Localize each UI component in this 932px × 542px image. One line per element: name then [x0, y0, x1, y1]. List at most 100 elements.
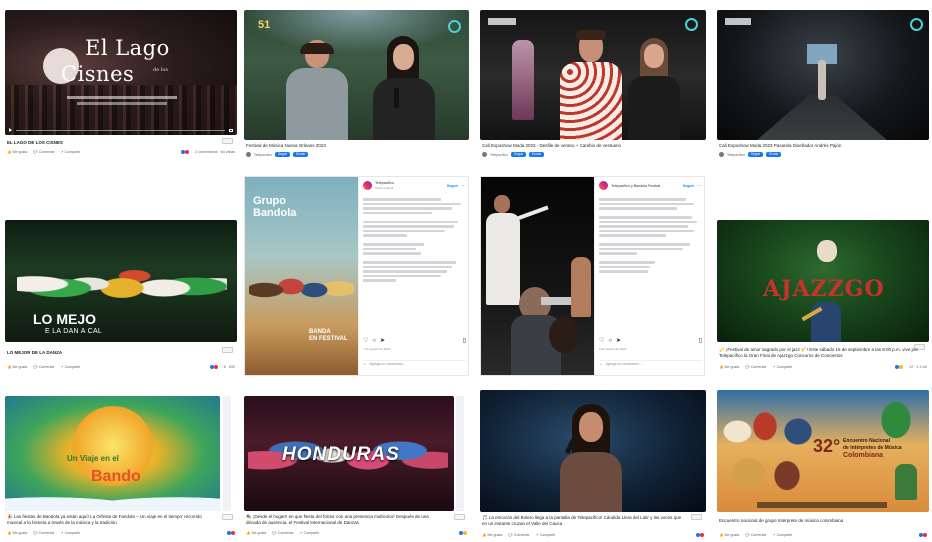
conductor-photo[interactable]	[481, 177, 594, 375]
play-icon[interactable]	[9, 128, 12, 132]
like-label: Me gusta	[487, 533, 503, 537]
account-name[interactable]: Telepacífico y Bandola Festival	[611, 184, 660, 188]
share-action[interactable]: ↗ Compartir	[61, 365, 81, 369]
share-action[interactable]: ↗ Compartir	[300, 531, 320, 535]
emoji-icon[interactable]: ☺	[599, 362, 602, 366]
video-card-interview-1[interactable]: 51 Festival de Música Nueva Orleans 2023…	[244, 10, 469, 160]
more-options-button[interactable]	[222, 514, 233, 520]
trumpet-player	[811, 302, 841, 342]
like-action[interactable]: 👍 Me gusta	[7, 150, 27, 154]
follow-button[interactable]: Seguir	[747, 152, 764, 157]
share-action[interactable]: ↗ Compartir	[773, 365, 793, 369]
overlay-title-line3: Colombiana	[843, 452, 884, 459]
more-options-button[interactable]	[454, 514, 465, 520]
bookmark-icon[interactable]: ▯	[699, 337, 702, 344]
send-button[interactable]: Enviar	[293, 152, 309, 157]
video-card-runway-1[interactable]: Cali Exposhow Moda 2023 - Desfile de ver…	[480, 10, 706, 160]
reaction-dots	[459, 530, 467, 536]
runway-floor	[757, 95, 887, 140]
video-thumbnail[interactable]: El Lago de los Cisnes	[5, 10, 237, 135]
instagram-post-orchestra[interactable]: Telepacífico y Bandola Festival Seguir ⋯…	[480, 176, 705, 376]
comment-action[interactable]: 💬 Comentar	[508, 533, 529, 537]
comment-icon[interactable]: ○	[372, 338, 376, 344]
like-action[interactable]: 👍 Me gusta	[482, 533, 502, 537]
send-icon[interactable]: ➤	[616, 337, 621, 344]
more-options-button[interactable]	[222, 138, 233, 144]
scrollbar[interactable]	[223, 396, 231, 511]
comment-input[interactable]: ☺ Agrega un comentario...	[599, 360, 702, 367]
engagement-bar: 👍 Me gusta 💬 Comentar ↗ Compartir	[482, 532, 704, 538]
video-thumbnail[interactable]	[480, 10, 706, 140]
channel-name: Telepacífico	[490, 152, 508, 157]
heart-icon[interactable]: ♡	[599, 337, 604, 344]
comment-action[interactable]: 💬 Comentar	[33, 365, 54, 369]
comment-icon[interactable]: ○	[608, 338, 612, 344]
follow-link[interactable]: Seguir	[447, 184, 458, 188]
video-thumbnail[interactable]: AJAZZGO	[717, 220, 929, 342]
like-action[interactable]: 👍 Me gusta	[7, 365, 27, 369]
comment-input[interactable]: ☺ Agrega un comentario...	[363, 360, 466, 367]
more-options-button[interactable]	[222, 347, 233, 353]
share-action[interactable]: ↗ Compartir	[61, 150, 81, 154]
avatar	[719, 152, 724, 157]
video-thumbnail[interactable]: 51	[244, 10, 469, 140]
video-card-encuentro[interactable]: 32° Encuentro Nacional de Intérpretes de…	[717, 390, 929, 540]
video-thumbnail[interactable]	[717, 10, 929, 140]
engagement-bar: 👍 Me gusta 💬 Comentar ↗ Compartir 8 · 890	[7, 364, 235, 370]
comment-action[interactable]: 💬 Comentar	[33, 150, 54, 154]
video-thumbnail[interactable]	[480, 390, 706, 512]
like-action[interactable]: 👍 Me gusta	[7, 531, 27, 535]
avatar[interactable]	[599, 181, 608, 190]
video-card-runway-2[interactable]: Cali Exposhow Moda 2023 Pasarela Diseñad…	[717, 10, 929, 160]
like-action[interactable]: 👍 Me gusta	[246, 531, 266, 535]
more-icon[interactable]: ⋯	[697, 183, 702, 189]
avatar[interactable]	[363, 181, 372, 190]
instagram-post-bandola[interactable]: Grupo Bandola BANDA EN FESTIVAL Telepací…	[244, 176, 469, 376]
comment-label: Comentar	[750, 365, 767, 369]
share-action[interactable]: ↗ Compartir	[536, 533, 556, 537]
caption-lines	[359, 194, 468, 282]
avatar	[482, 152, 487, 157]
video-thumbnail[interactable]: HONDURAS	[244, 396, 454, 511]
share-action[interactable]: ↗ Compartir	[773, 533, 793, 537]
video-card-lago[interactable]: El Lago de los Cisnes EL LAGO DE LOS CIS…	[5, 10, 237, 160]
comment-action[interactable]: 💬 Comentar	[33, 531, 54, 535]
fullscreen-icon[interactable]	[229, 128, 233, 132]
instagram-sidebar: Telepacífico y Bandola Festival Seguir ⋯…	[594, 177, 704, 375]
microphone-icon	[394, 88, 399, 108]
video-card-ajazzgo[interactable]: AJAZZGO 🎺 ¡Festival de amor sagrado por …	[717, 220, 929, 375]
like-action[interactable]: 👍 Me gusta	[719, 533, 739, 537]
scrollbar[interactable]	[456, 396, 464, 511]
video-card-fiesta[interactable]: Un Viaje en el Bando 🎉 Las fiestas de Ba…	[5, 396, 237, 540]
progress-bar[interactable]	[16, 129, 225, 131]
more-options-button[interactable]	[691, 514, 702, 520]
video-thumbnail[interactable]: 32° Encuentro Nacional de Intérpretes de…	[717, 390, 929, 512]
heart-icon[interactable]: ♡	[363, 337, 368, 344]
poster-image[interactable]: Grupo Bandola BANDA EN FESTIVAL	[245, 177, 358, 375]
follow-button[interactable]: Seguir	[510, 152, 527, 157]
comment-action[interactable]: 💬 Comentar	[745, 365, 766, 369]
follow-button[interactable]: Seguir	[274, 152, 291, 157]
bookmark-icon[interactable]: ▯	[463, 337, 466, 344]
share-action[interactable]: ↗ Compartir	[61, 531, 81, 535]
video-card-lo-mejor[interactable]: LO MEJO E LA DAN A CAL LO MEJOR DE LA DA…	[5, 220, 237, 375]
like-label: Me gusta	[724, 533, 740, 537]
overlay-title-line2: Cisnes	[61, 62, 135, 86]
video-thumbnail[interactable]: Un Viaje en el Bando	[5, 396, 220, 511]
follow-link[interactable]: Seguir	[683, 184, 694, 188]
video-card-singer[interactable]: 🎵 La emoción del Bolero llega a la panta…	[480, 390, 706, 540]
send-button[interactable]: Enviar	[766, 152, 782, 157]
post-caption: 🎵 La emoción del Bolero llega a la panta…	[482, 515, 682, 526]
like-action[interactable]: 👍 Me gusta	[719, 365, 739, 369]
comment-action[interactable]: 💬 Comentar	[272, 531, 293, 535]
send-button[interactable]: Enviar	[529, 152, 545, 157]
overlay-subtitle-bar-2	[77, 102, 167, 105]
emoji-icon[interactable]: ☺	[363, 362, 366, 366]
comment-action[interactable]: 💬 Comentar	[745, 533, 766, 537]
more-icon[interactable]: ⋯	[461, 183, 466, 189]
video-thumbnail[interactable]: LO MEJO E LA DAN A CAL	[5, 220, 237, 342]
video-card-honduras[interactable]: HONDURAS 🎭 ¡Desde el hogar!! en que fies…	[244, 396, 469, 540]
send-icon[interactable]: ➤	[380, 337, 385, 344]
overlay-title: AJAZZGO	[763, 276, 885, 302]
video-controls[interactable]	[9, 128, 233, 132]
